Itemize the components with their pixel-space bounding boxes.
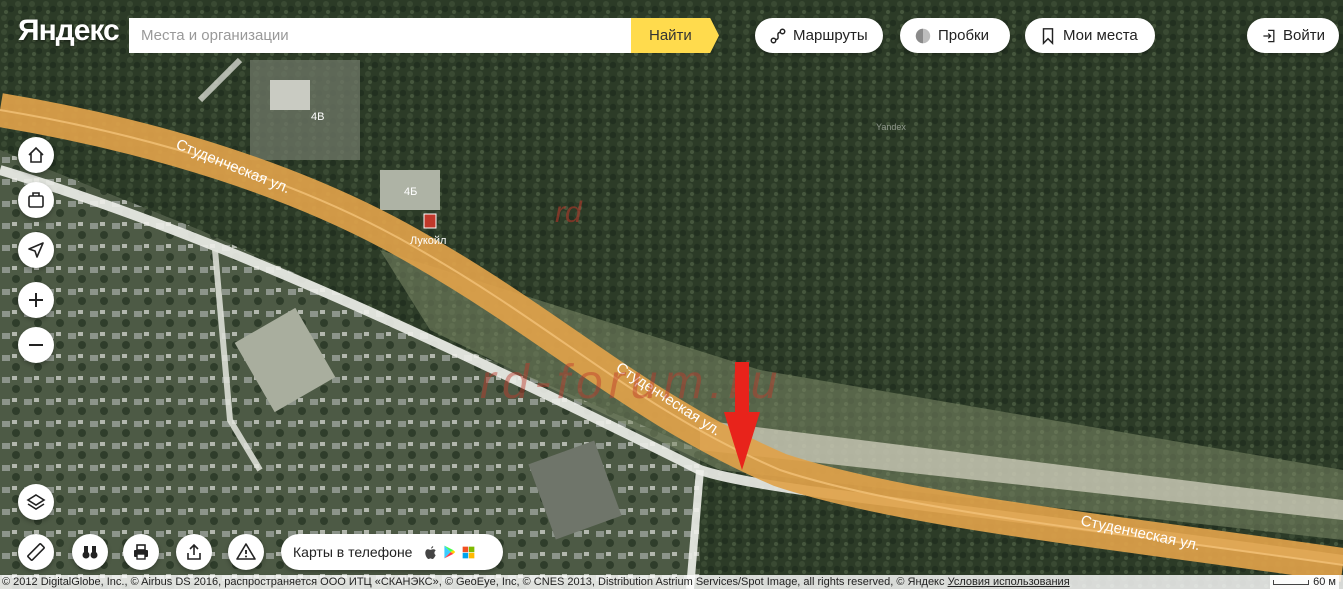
ruler-button[interactable] [18,534,54,570]
windows-icon [463,546,475,558]
work-button[interactable] [18,182,54,218]
my-places-button[interactable]: Мои места [1025,18,1155,53]
routes-label: Маршруты [793,27,868,44]
home-icon [28,146,44,163]
share-button[interactable] [176,534,212,570]
panorama-button[interactable] [72,534,108,570]
scale-label: 60 м [1313,576,1336,588]
login-button[interactable]: Войти [1247,18,1339,53]
poi-label[interactable]: 4Б [404,186,417,198]
maps-in-phone-label: Карты в телефоне [293,544,413,560]
zoom-out-button[interactable] [18,327,54,363]
watermark: rd [555,196,583,229]
bookmark-icon [1042,27,1054,45]
layers-button[interactable] [18,484,54,520]
my-places-label: Мои места [1063,27,1138,44]
routes-button[interactable]: Маршруты [755,18,883,53]
login-label: Войти [1283,27,1325,44]
route-icon [770,28,786,43]
yandex-watermark: Yandex [876,122,906,132]
find-button[interactable]: Найти [631,18,719,53]
poi-label[interactable]: 4В [311,111,324,123]
gas-station-icon[interactable] [423,213,437,229]
maps-in-phone-button[interactable]: Карты в телефоне [281,534,503,570]
layers-icon [26,494,46,510]
zoom-out-icon [29,344,43,346]
warning-icon [236,543,256,560]
poi-label[interactable]: Лукойл [410,235,446,247]
printer-icon [134,544,148,560]
zoom-in-icon [29,293,43,307]
apple-icon [425,545,437,559]
satellite-map[interactable]: Студенческая ул. Студенческая ул. Студен… [0,0,1343,589]
geolocation-button[interactable] [18,232,54,268]
home-button[interactable] [18,137,54,173]
traffic-button[interactable]: Пробки [900,18,1010,53]
scale-bar: 60 м [1270,575,1339,589]
login-icon [1263,29,1275,42]
attribution-text: © 2012 DigitalGlobe, Inc., © Airbus DS 2… [2,576,945,588]
terms-link[interactable]: Условия использования [948,576,1070,588]
google-play-icon [444,545,456,559]
attribution-bar: © 2012 DigitalGlobe, Inc., © Airbus DS 2… [0,575,1343,589]
yandex-logo[interactable]: Яндекс [18,14,120,48]
binoculars-icon [82,546,98,559]
report-error-button[interactable] [228,534,264,570]
scale-line [1273,579,1310,585]
traffic-label: Пробки [938,27,989,44]
zoom-in-button[interactable] [18,282,54,318]
print-button[interactable] [123,534,159,570]
traffic-icon [915,28,931,43]
search-input[interactable] [129,18,631,53]
share-icon [187,543,201,560]
briefcase-icon [28,192,44,208]
navigation-arrow-icon [28,242,44,258]
ruler-icon [27,543,45,561]
